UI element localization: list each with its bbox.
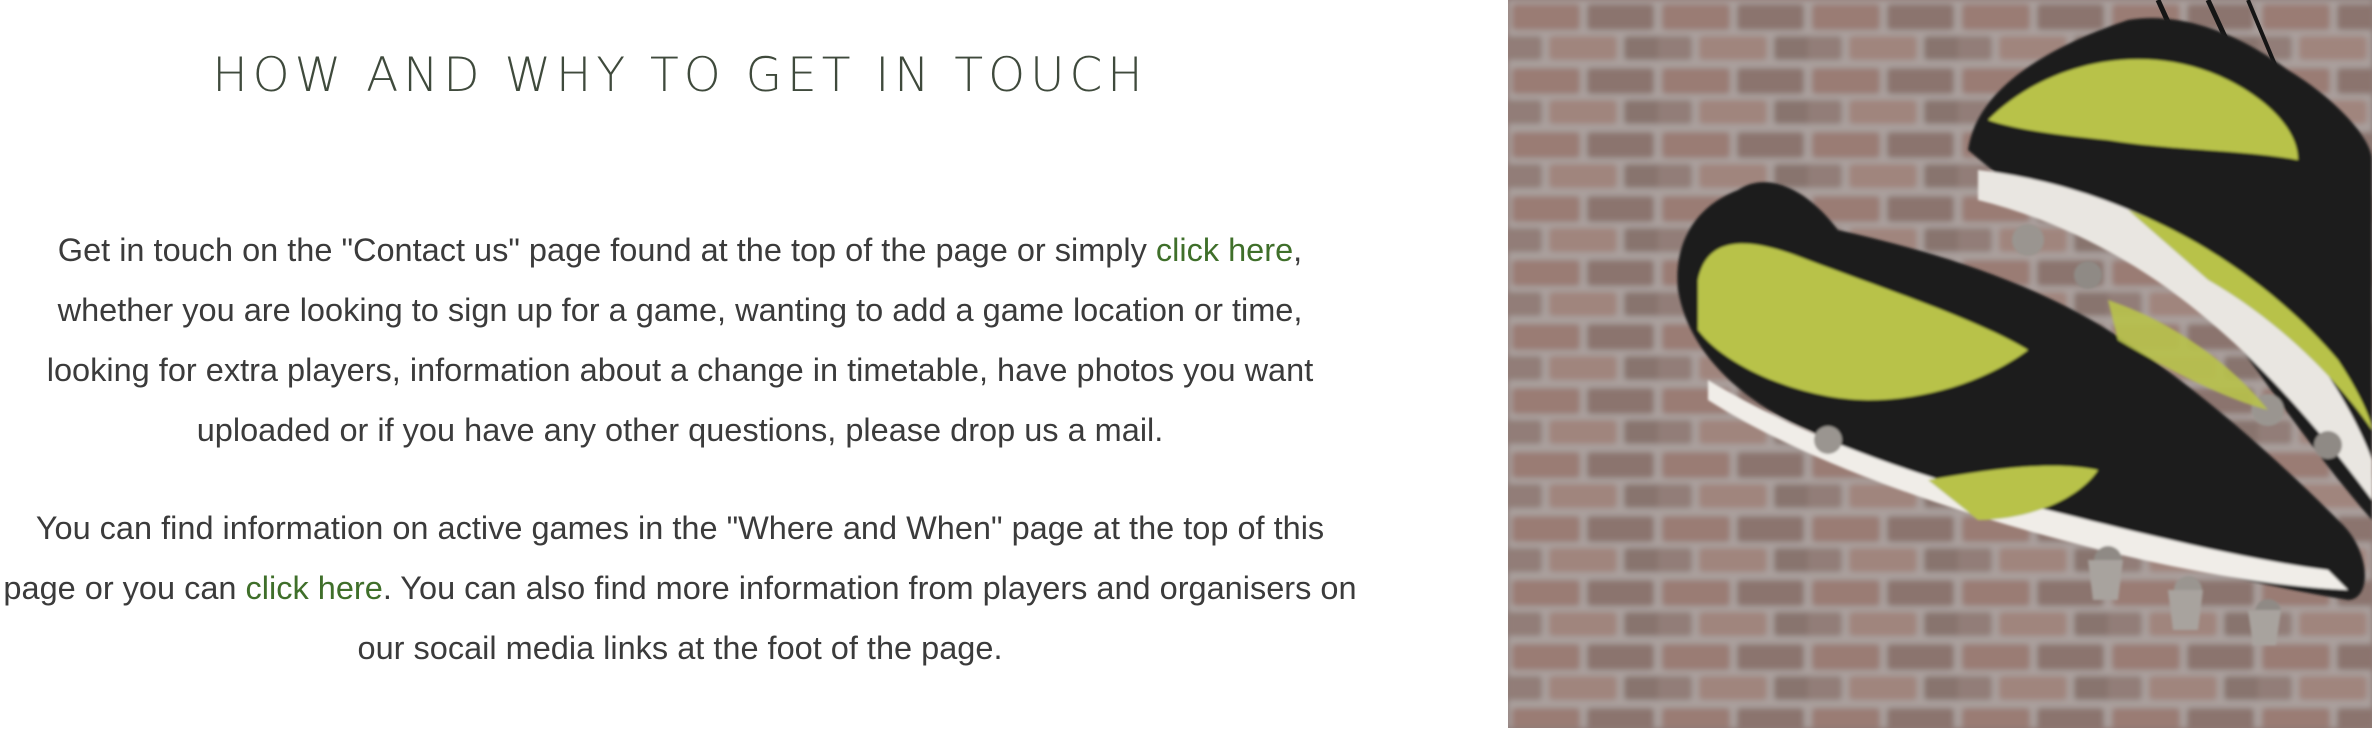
games-paragraph: You can find information on active games… bbox=[0, 498, 1360, 678]
contact-info-section: HOW AND WHY TO GET IN TOUCH Get in touch… bbox=[0, 0, 2372, 738]
where-and-when-click-here-link[interactable]: click here bbox=[246, 570, 383, 606]
contact-paragraph: Get in touch on the "Contact us" page fo… bbox=[0, 220, 1360, 460]
section-heading: HOW AND WHY TO GET IN TOUCH bbox=[212, 48, 1148, 103]
football-boots-photo bbox=[1508, 0, 2372, 728]
contact-paragraph-text-before: Get in touch on the "Contact us" page fo… bbox=[57, 232, 1156, 268]
contact-click-here-link[interactable]: click here bbox=[1156, 232, 1293, 268]
football-boots-illustration bbox=[1508, 0, 2372, 728]
text-column: HOW AND WHY TO GET IN TOUCH Get in touch… bbox=[0, 0, 1360, 738]
games-paragraph-text-after: . You can also find more information fro… bbox=[357, 570, 1357, 666]
